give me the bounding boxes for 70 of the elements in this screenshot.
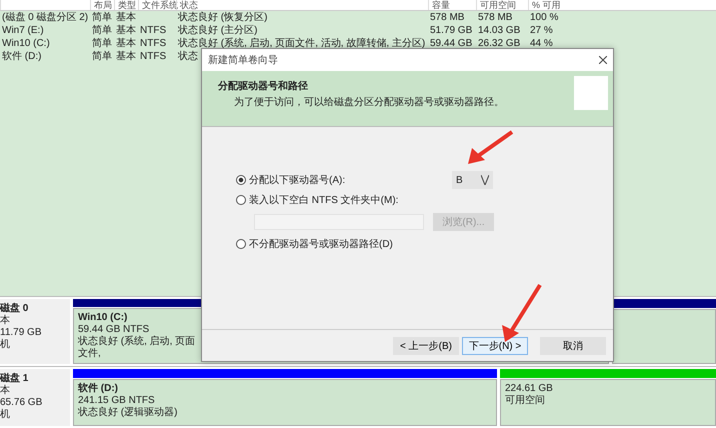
column-header[interactable]: 布局 <box>90 0 114 10</box>
table-cell-text: NTFS <box>139 37 166 50</box>
table-cell-text: 简单 <box>91 24 112 37</box>
table-cell-text: 59.44 GB <box>429 37 472 50</box>
partition-status: 状态良好 (系统, 启动, 页面文件, <box>78 336 196 360</box>
drive-letter-select[interactable]: B <box>452 171 493 189</box>
table-cell-text: 简单 <box>91 50 112 63</box>
table-cell-text: 100 % <box>529 11 558 24</box>
table-cell-text: 26.32 GB <box>477 37 520 50</box>
partition-size: 224.61 GB <box>505 383 553 394</box>
radio-button[interactable] <box>236 239 246 249</box>
table-cell-text: 27 % <box>529 24 553 37</box>
radio-button[interactable] <box>236 195 246 205</box>
close-icon[interactable] <box>599 56 607 64</box>
window-title: 新建简单卷向导 <box>208 54 278 67</box>
table-cell-text: Win10 (C:) <box>1 37 50 50</box>
disk-size: 65.76 GB <box>0 397 44 408</box>
table-cell-text: 14.03 GB <box>477 24 520 37</box>
wizard-heading: 分配驱动器号和路径 <box>218 80 309 93</box>
disk-type: 本 <box>0 315 11 327</box>
partition-title: 软件 (D:) <box>78 383 118 395</box>
chevron-down-icon <box>481 175 489 185</box>
dialog-button[interactable]: 取消 <box>540 336 606 354</box>
table-cell-text: 51.79 GB <box>429 24 472 37</box>
column-header[interactable]: 类型 <box>114 0 138 10</box>
partition-title: Win10 (C:) <box>78 312 128 324</box>
table-cell-text: 状态良好 (系统, 启动, 页面文件, 活动, 故障转储, 主分区) <box>177 37 426 50</box>
table-cell-text: 状态良好 (主分区) <box>177 24 258 37</box>
partition-block[interactable]: 224.61 GB 可用空间 <box>500 379 716 426</box>
dialog-button[interactable]: < 上一步(B) <box>393 336 459 354</box>
column-header[interactable]: % 可用 <box>528 0 716 10</box>
radio-label[interactable]: 装入以下空白 NTFS 文件夹中(M): <box>249 193 398 207</box>
table-cell-text: 状态 <box>177 50 198 63</box>
table-cell-text: 基本 <box>115 50 136 63</box>
partition-block[interactable]: 软件 (D:) 241.15 GB NTFS 状态良好 (逻辑驱动器) <box>73 379 497 426</box>
disk-size: 11.79 GB <box>0 327 43 338</box>
partition-status: 可用空间 <box>505 395 545 407</box>
column-header[interactable]: 状态 <box>176 0 428 10</box>
table-cell-text: 44 % <box>529 37 553 50</box>
table-cell-text: 基本 <box>115 24 136 37</box>
table-cell-text: 基本 <box>115 11 136 24</box>
partition-size: 241.15 GB NTFS <box>78 395 155 406</box>
disk-status: 机 <box>0 409 11 421</box>
table-cell-text: 简单 <box>91 37 112 50</box>
wizard-subheading: 为了便于访问，可以给磁盘分区分配驱动器号或驱动器路径。 <box>233 96 504 109</box>
partition-status: 状态良好 (逻辑驱动器) <box>78 407 178 419</box>
disk-name: 磁盘 1 <box>0 373 30 384</box>
disk-type: 本 <box>0 385 11 397</box>
disk-name: 磁盘 0 <box>0 303 30 314</box>
table-cell-text: (磁盘 0 磁盘分区 2) <box>1 11 88 24</box>
radio-button[interactable] <box>236 175 246 185</box>
table-cell-text: 578 MB <box>477 11 512 24</box>
table-cell-text: 578 MB <box>429 11 464 24</box>
column-header[interactable]: 容量 <box>428 0 476 10</box>
radio-label[interactable]: 不分配驱动器号或驱动器路径(D) <box>249 237 393 251</box>
table-cell-text: NTFS <box>139 24 166 37</box>
table-cell-text: 基本 <box>115 37 136 50</box>
table-cell-text: NTFS <box>139 50 166 63</box>
table-cell-text: Win7 (E:) <box>1 24 44 37</box>
partition-size: 59.44 GB NTFS <box>78 324 150 336</box>
column-header[interactable]: 可用空间 <box>476 0 528 10</box>
table-cell-text: 状态良好 (恢复分区) <box>177 11 268 24</box>
disk-status: 机 <box>0 339 11 351</box>
wizard-image <box>574 76 608 110</box>
pointer-arrow <box>502 284 542 342</box>
radio-label[interactable]: 分配以下驱动器号(A): <box>249 173 346 187</box>
dialog-button[interactable]: 下一步(N) > <box>462 336 528 354</box>
table-cell-text: 软件 (D:) <box>1 50 42 63</box>
table-cell-text: 简单 <box>91 11 112 24</box>
pointer-arrow <box>468 130 514 164</box>
